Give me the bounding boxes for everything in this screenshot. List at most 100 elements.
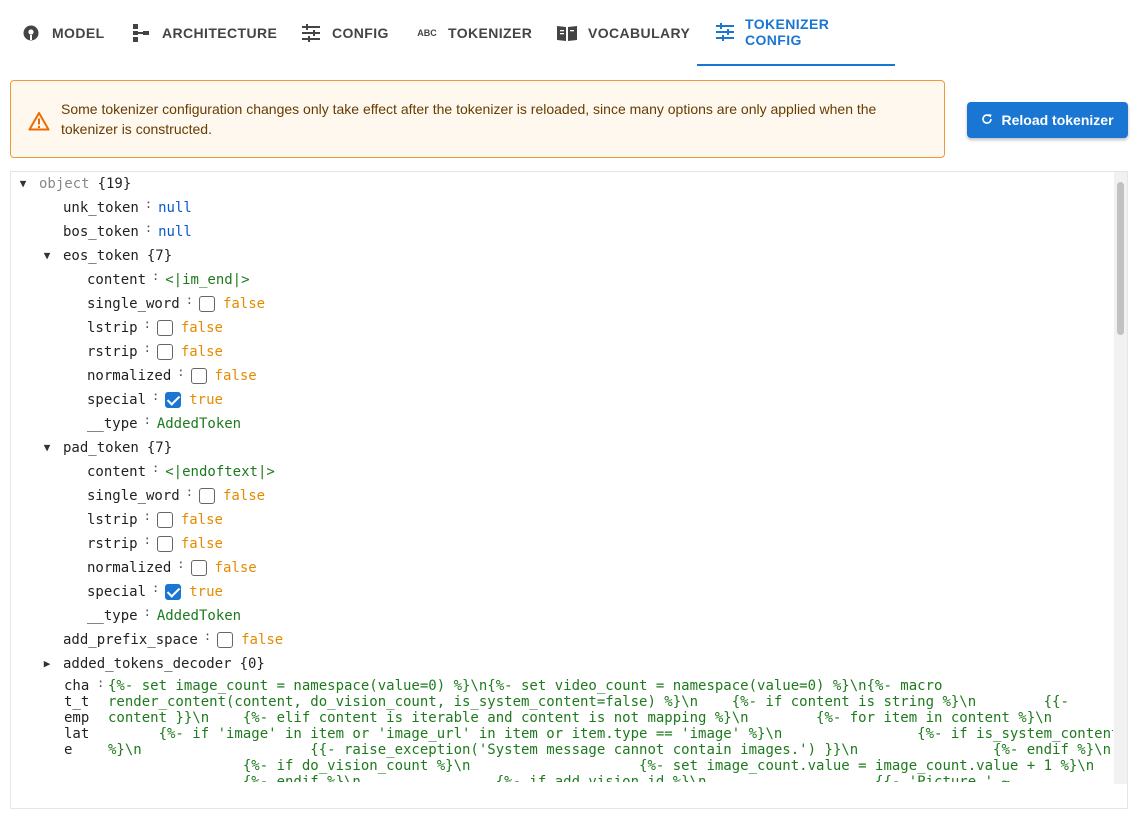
item-count: {0} (239, 656, 265, 672)
tab-tokenizer-config[interactable]: TOKENIZER CONFIG (697, 0, 895, 66)
checkbox[interactable] (198, 488, 215, 504)
bool-value: false (222, 488, 266, 504)
tab-tokenizer[interactable]: abc TOKENIZER (398, 0, 550, 66)
collapse-arrow-icon[interactable]: ▼ (17, 172, 29, 196)
tab-config[interactable]: CONFIG (282, 0, 407, 66)
tab-label: CONFIG (332, 25, 389, 41)
key-label: single_word (87, 488, 180, 504)
root-count: {19} (97, 176, 132, 192)
tree-row-normalized: normalized: false (87, 364, 257, 388)
warning-icon (28, 111, 50, 131)
reload-tokenizer-button[interactable]: Reload tokenizer (967, 102, 1128, 138)
key-label: unk_token (63, 200, 139, 216)
key-label: pad_token (63, 440, 139, 456)
tree-row-lstrip: lstrip: false (87, 508, 223, 532)
bool-value: true (189, 392, 223, 408)
sliders-icon (300, 22, 322, 44)
scrollbar-thumb[interactable] (1117, 182, 1124, 335)
checkbox[interactable] (156, 344, 173, 360)
bool-value: false (214, 560, 257, 576)
checkbox[interactable] (190, 368, 207, 384)
tree-row-content: content: <|endoftext|> (87, 460, 275, 484)
checkbox[interactable] (217, 632, 234, 648)
collapse-arrow-icon[interactable]: ▼ (41, 436, 53, 460)
chat-template-key: cha t_t emp lat e (64, 678, 90, 758)
tree-row-type: __type: AddedToken (87, 604, 241, 628)
root-type-label: object (39, 176, 90, 192)
checkbox-checked[interactable] (165, 584, 182, 600)
null-value[interactable]: null (158, 196, 192, 220)
checkbox[interactable] (190, 560, 207, 576)
checkbox-checked[interactable] (165, 392, 182, 408)
tab-vocabulary[interactable]: VOCABULARY (538, 0, 708, 66)
tree-row-rstrip: rstrip: false (87, 340, 223, 364)
tree-root[interactable]: object {19} (39, 172, 131, 196)
key-label: lstrip (87, 512, 138, 528)
key-label: lstrip (87, 320, 138, 336)
bool-value: false (241, 632, 284, 648)
architecture-icon (130, 22, 152, 44)
string-value[interactable]: <|endoftext|> (165, 460, 275, 484)
string-value[interactable]: AddedToken (157, 604, 241, 628)
collapse-arrow-icon[interactable]: ▼ (41, 244, 53, 268)
checkbox[interactable] (156, 512, 173, 528)
book-icon (556, 22, 578, 44)
key-label: content (87, 464, 147, 480)
chat-template-value[interactable]: {%- set image_count = namespace(value=0)… (108, 678, 1113, 782)
key-label: bos_token (63, 224, 139, 240)
refresh-icon (981, 112, 993, 128)
key-label: __type (87, 608, 138, 624)
tab-bar: MODEL ARCHITECTURE CONFIG abc TOKENIZER … (0, 0, 1138, 66)
key-label: special (87, 584, 147, 600)
bool-value: false (180, 512, 223, 528)
alert-message: Some tokenizer configuration changes onl… (61, 101, 877, 137)
item-count: {7} (146, 440, 173, 456)
key-label: content (87, 272, 147, 288)
bool-value: false (214, 368, 257, 384)
tab-label: TOKENIZER CONFIG (745, 16, 830, 48)
abc-icon: abc (417, 28, 437, 38)
null-value[interactable]: null (158, 220, 192, 244)
tree-row-type: __type: AddedToken (87, 412, 241, 436)
reload-button-label: Reload tokenizer (1001, 112, 1114, 128)
expand-arrow-icon[interactable]: ▶ (41, 652, 53, 676)
tree-row-special: special: true (87, 580, 223, 604)
tree-row-content: content: <|im_end|> (87, 268, 250, 292)
tree-row-bos-token: bos_token : null (63, 220, 192, 244)
horizontal-scrollbar[interactable] (11, 784, 1115, 808)
bool-value: false (222, 296, 266, 312)
bool-value: false (180, 344, 223, 360)
tree-row-single-word: single_word: false (87, 484, 265, 508)
tree-row-added-tokens-decoder[interactable]: added_tokens_decoder {0} (63, 652, 265, 676)
key-label: __type (87, 416, 138, 432)
tab-label: ARCHITECTURE (162, 25, 278, 41)
key-label: added_tokens_decoder (63, 656, 232, 672)
tab-label: VOCABULARY (588, 25, 691, 41)
tab-architecture[interactable]: ARCHITECTURE (112, 0, 295, 66)
tab-label: TOKENIZER (448, 25, 533, 41)
tab-model[interactable]: MODEL (2, 0, 123, 66)
bool-value: false (180, 320, 223, 336)
tree-row-special: special: true (87, 388, 223, 412)
tree-row-rstrip: rstrip: false (87, 532, 223, 556)
checkbox[interactable] (156, 536, 173, 552)
vertical-scrollbar[interactable] (1114, 172, 1127, 784)
tree-row-unk-token: unk_token : null (63, 196, 192, 220)
tree-row-normalized: normalized: false (87, 556, 257, 580)
key-label: rstrip (87, 344, 138, 360)
tree-row-single-word: single_word: false (87, 292, 265, 316)
checkbox[interactable] (198, 296, 215, 312)
sliders-icon (715, 21, 735, 43)
key-label: single_word (87, 296, 180, 312)
model-icon (20, 22, 42, 44)
item-count: {7} (146, 248, 173, 264)
key-label: rstrip (87, 536, 138, 552)
checkbox[interactable] (156, 320, 173, 336)
key-label: add_prefix_space (63, 632, 198, 648)
json-tree: ▼ object {19} unk_token : null bos_token… (11, 172, 1115, 784)
string-value[interactable]: AddedToken (157, 412, 241, 436)
json-tree-panel: ▼ object {19} unk_token : null bos_token… (10, 171, 1128, 809)
string-value[interactable]: <|im_end|> (165, 268, 249, 292)
key-label: eos_token (63, 248, 139, 264)
warning-alert: Some tokenizer configuration changes onl… (10, 80, 945, 158)
